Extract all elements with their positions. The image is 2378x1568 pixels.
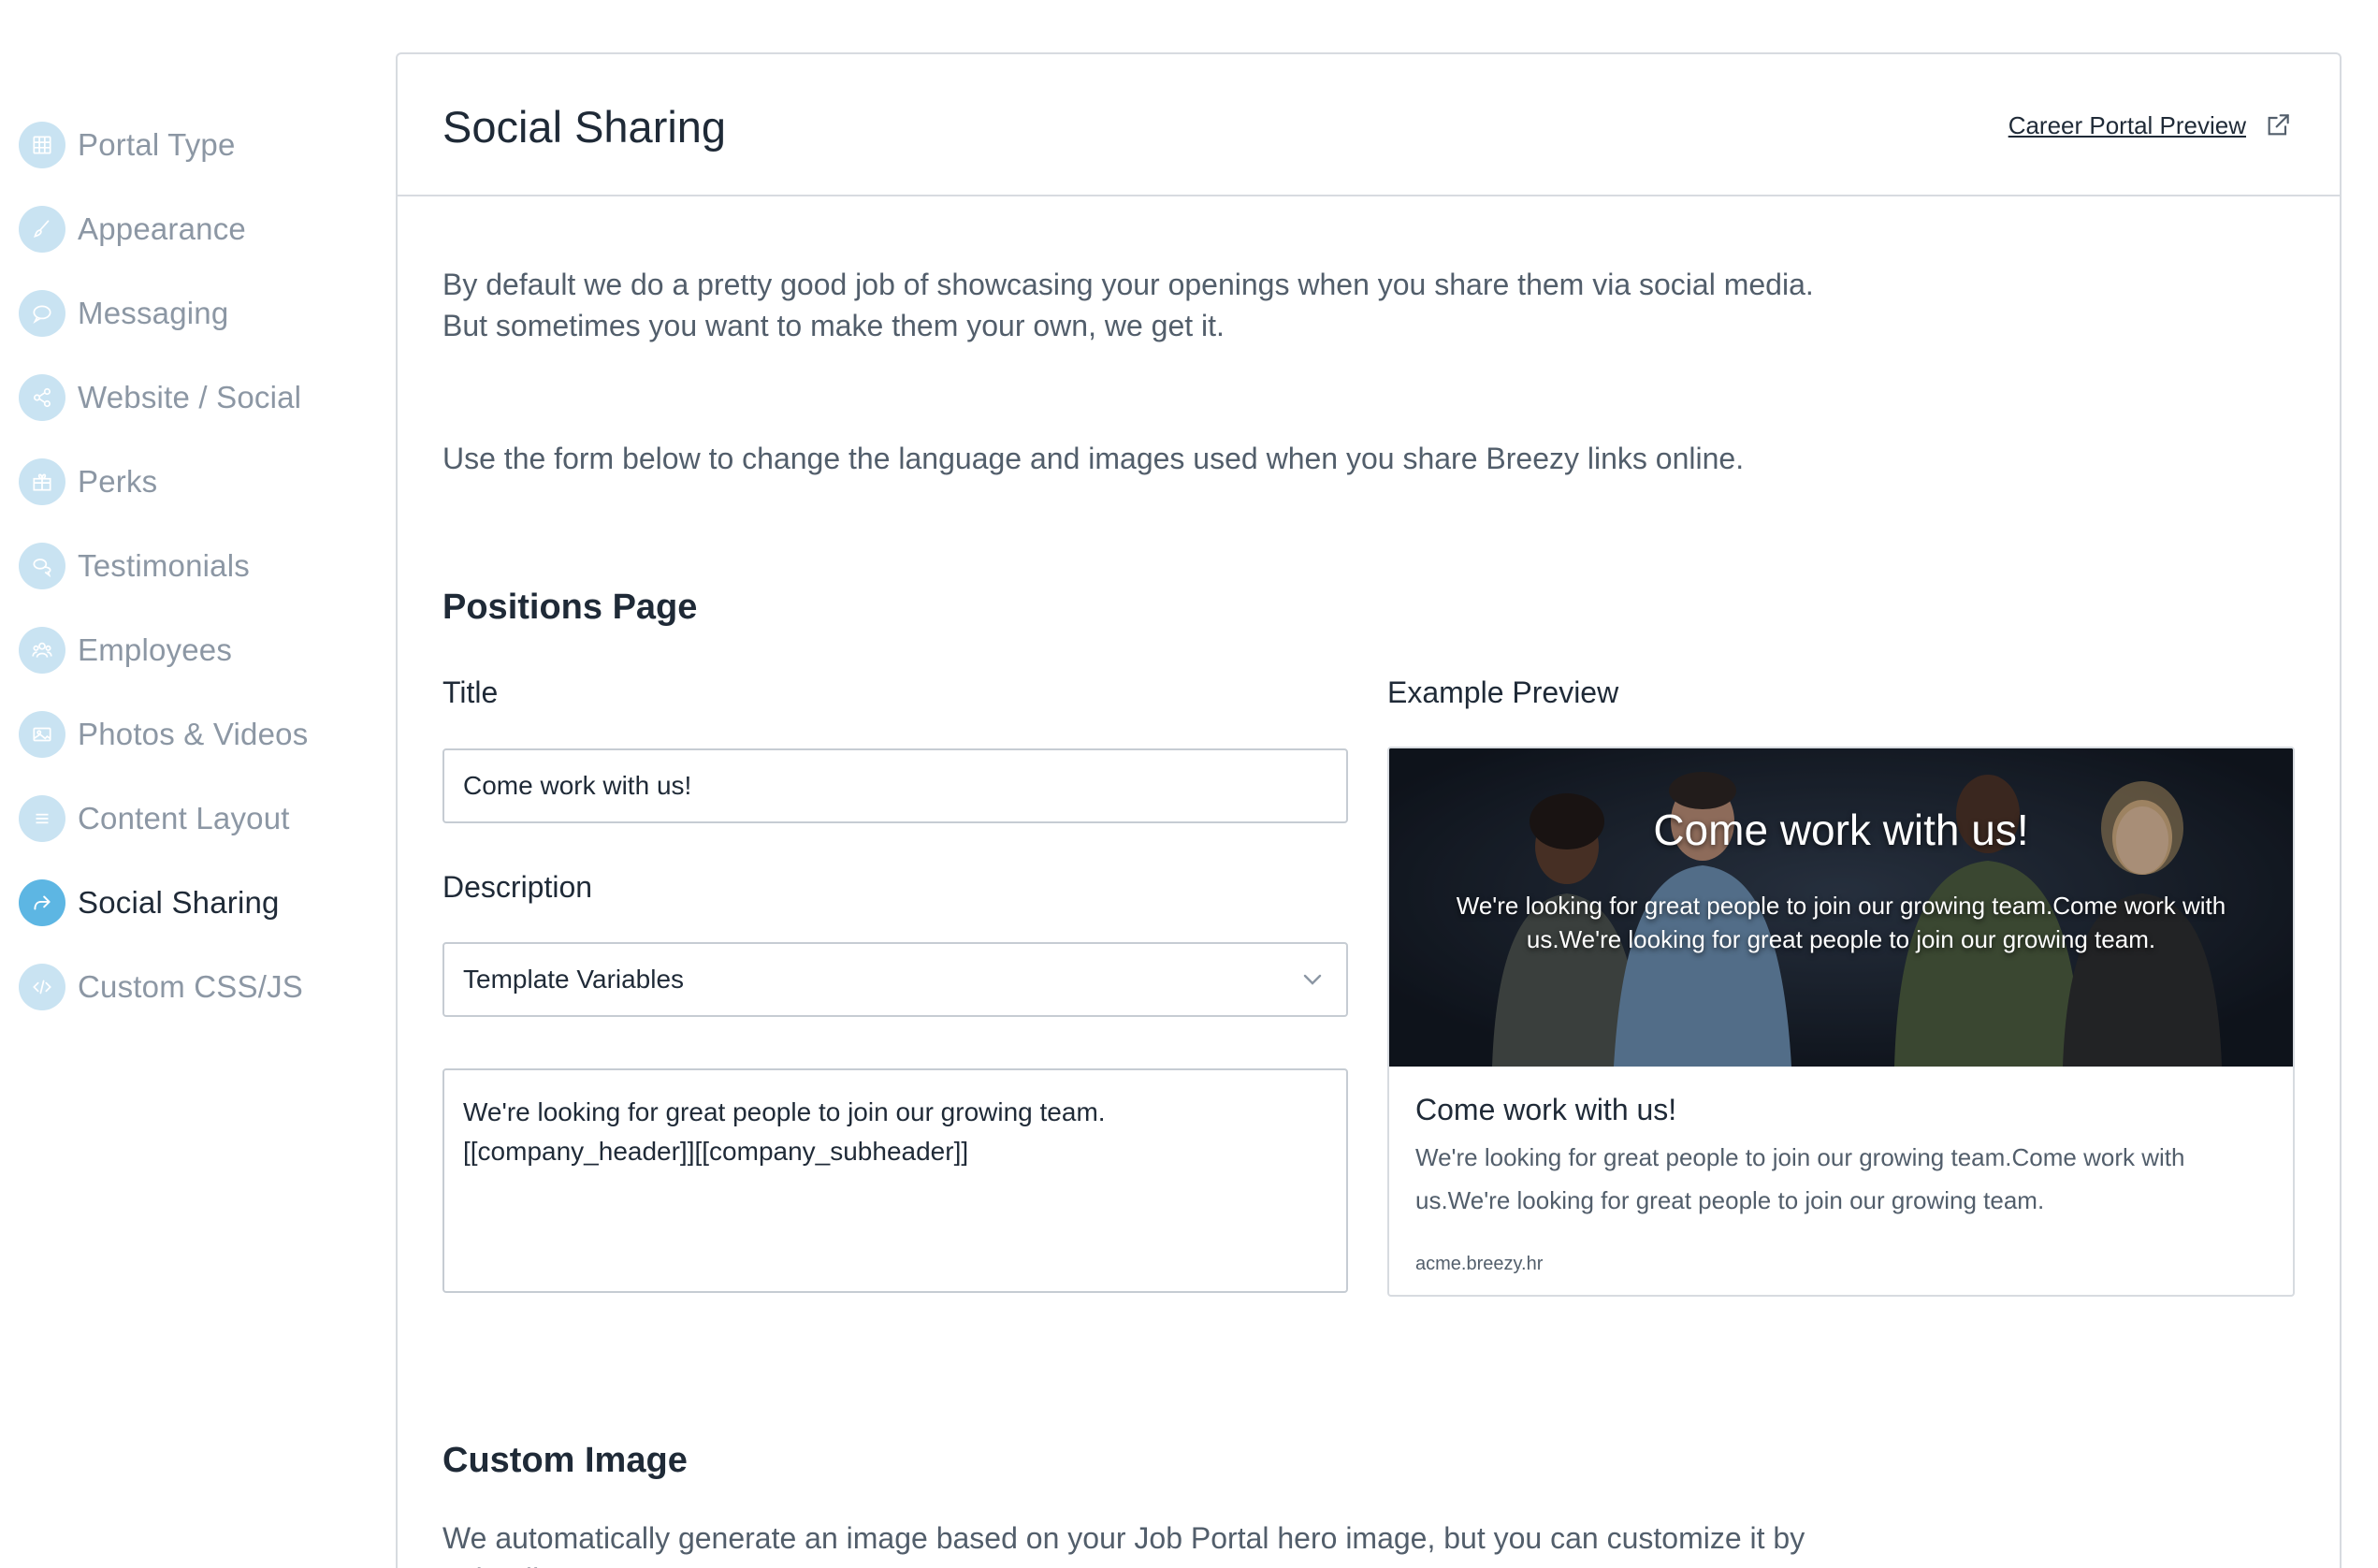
sidebar-item-testimonials[interactable]: Testimonials (19, 524, 384, 608)
card-header: Social Sharing Career Portal Preview (398, 54, 2340, 196)
share-arrow-icon (19, 879, 65, 926)
preview-card-title: Come work with us! (1415, 1093, 1677, 1126)
sidebar-item-website-social[interactable]: Website / Social (19, 356, 384, 440)
sidebar-item-label: Testimonials (78, 548, 250, 583)
chat-bubble-icon (19, 290, 65, 337)
sidebar-item-label: Social Sharing (78, 885, 280, 920)
sidebar-item-label: Portal Type (78, 127, 236, 162)
sidebar-item-label: Perks (78, 464, 158, 499)
sidebar-item-label: Website / Social (78, 380, 302, 414)
brush-icon (19, 206, 65, 253)
select-value: Template Variables (463, 965, 685, 994)
intro-line: Use the form below to change the languag… (442, 442, 1745, 475)
code-icon (19, 964, 65, 1010)
sidebar-item-messaging[interactable]: Messaging (19, 271, 384, 356)
title-input[interactable]: Come work with us! (442, 748, 1348, 823)
preview-link-label: Career Portal Preview (2008, 110, 2246, 139)
list-icon (19, 795, 65, 842)
sidebar-item-label: Photos & Videos (78, 717, 309, 751)
sidebar-item-label: Appearance (78, 211, 246, 246)
description-line: We're looking for great people to join o… (463, 1097, 1106, 1126)
share-icon (19, 374, 65, 421)
settings-nav: Portal Type Appearance Messaging Website… (19, 103, 384, 1029)
sidebar-item-portal-type[interactable]: Portal Type (19, 103, 384, 187)
example-preview-label: Example Preview (1387, 675, 1619, 709)
description-textarea[interactable]: We're looking for great people to join o… (442, 1068, 1348, 1293)
chevron-down-icon (1303, 974, 1322, 985)
preview-hero-subtitle: We're looking for great people to join o… (1456, 892, 2226, 953)
custom-image-heading: Custom Image (442, 1441, 688, 1480)
page-title: Social Sharing (442, 102, 727, 152)
sidebar-item-photos-videos[interactable]: Photos & Videos (19, 692, 384, 777)
description-line: [[company_header]][[company_subheader]] (463, 1137, 969, 1166)
external-link-icon (2268, 114, 2289, 136)
custom-image-description: We automatically generate an image based… (442, 1521, 1805, 1568)
sidebar-item-social-sharing[interactable]: Social Sharing (19, 861, 384, 945)
sidebar-item-custom-css-js[interactable]: Custom CSS/JS (19, 945, 384, 1029)
sidebar-item-employees[interactable]: Employees (19, 608, 384, 692)
intro-line: But sometimes you want to make them your… (442, 309, 1225, 342)
preview-card-description: We're looking for great people to join o… (1415, 1143, 2185, 1214)
sidebar-item-appearance[interactable]: Appearance (19, 187, 384, 271)
sidebar-item-label: Custom CSS/JS (78, 969, 303, 1004)
grid-icon (19, 122, 65, 168)
sidebar-item-label: Employees (78, 632, 233, 667)
description-label: Description (442, 870, 593, 904)
preview-card-url: acme.breezy.hr (1415, 1254, 1544, 1274)
sidebar-item-label: Messaging (78, 296, 229, 330)
sidebar-item-content-layout[interactable]: Content Layout (19, 777, 384, 861)
social-preview-card: Come work with us! We're looking for gre… (1387, 747, 2295, 1297)
intro-text: By default we do a pretty good job of sh… (442, 264, 1939, 346)
career-portal-preview-link[interactable]: Career Portal Preview (2008, 110, 2293, 140)
image-icon (19, 711, 65, 758)
positions-page-heading: Positions Page (442, 588, 698, 627)
people-icon (19, 627, 65, 674)
sidebar-item-perks[interactable]: Perks (19, 440, 384, 524)
settings-sidebar: Portal Type Appearance Messaging Website… (0, 0, 393, 1568)
settings-card: Social Sharing Career Portal Preview By … (396, 52, 2342, 1568)
sidebar-item-label: Content Layout (78, 801, 290, 835)
preview-hero-title: Come work with us! (1653, 806, 2029, 854)
preview-hero-image: Come work with us! We're looking for gre… (1389, 748, 2293, 1067)
gift-icon (19, 458, 65, 505)
speech-icon (19, 543, 65, 589)
intro-line: By default we do a pretty good job of sh… (442, 268, 1814, 301)
template-variables-select[interactable]: Template Variables (442, 942, 1348, 1017)
title-label: Title (442, 675, 499, 709)
